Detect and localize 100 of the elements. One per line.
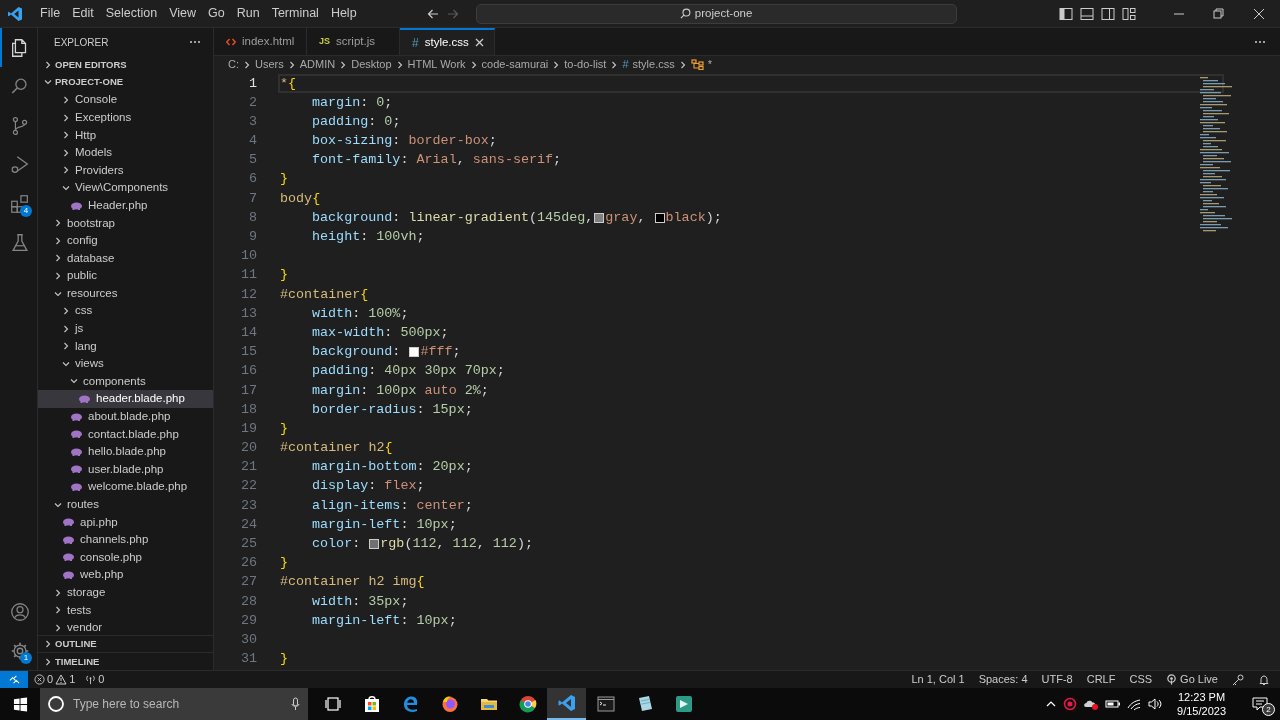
sidebar-toggle-icon[interactable] bbox=[1059, 6, 1073, 21]
more-actions-icon[interactable] bbox=[1254, 39, 1266, 44]
tree-item[interactable]: View\Components bbox=[38, 179, 213, 197]
wifi-icon[interactable] bbox=[1127, 697, 1142, 711]
editor-tab[interactable]: # style.css bbox=[400, 28, 495, 55]
breadcrumb-item[interactable]: Desktop bbox=[351, 56, 392, 73]
key-icon[interactable] bbox=[1232, 673, 1244, 686]
elephant-file-icon bbox=[70, 482, 83, 493]
status-item[interactable]: CSS bbox=[1129, 671, 1153, 688]
tree-item[interactable]: contact.blade.php bbox=[38, 425, 213, 444]
tree-item[interactable]: Http bbox=[38, 126, 213, 144]
tree-item[interactable]: components bbox=[38, 372, 213, 391]
menu-item[interactable]: Help bbox=[324, 4, 363, 23]
tree-item[interactable]: header.blade.php bbox=[38, 390, 213, 408]
tree-item[interactable]: public bbox=[38, 267, 213, 285]
tree-item[interactable]: console.php bbox=[38, 548, 213, 567]
menu-item[interactable]: File bbox=[34, 4, 67, 23]
breadcrumb-separator-icon[interactable] bbox=[395, 60, 404, 69]
tree-item[interactable]: bootstrap bbox=[38, 214, 213, 232]
menu-item[interactable]: Terminal bbox=[265, 4, 325, 23]
tree-item[interactable]: Providers bbox=[38, 161, 213, 180]
breadcrumb-item[interactable]: Users bbox=[255, 56, 284, 73]
tree-item[interactable]: Console bbox=[38, 91, 213, 109]
clock[interactable]: 12:23 PM 9/15/2023 bbox=[1169, 690, 1234, 718]
editor-tab[interactable]: index.html bbox=[214, 28, 307, 55]
tree-item[interactable]: welcome.blade.php bbox=[38, 478, 213, 496]
breadcrumb-separator-icon[interactable] bbox=[287, 60, 296, 69]
panel-toggle-icon[interactable] bbox=[1080, 6, 1094, 21]
chevron-icon[interactable] bbox=[62, 96, 70, 104]
tree-item[interactable]: css bbox=[38, 302, 213, 320]
breadcrumb-separator-icon[interactable] bbox=[339, 60, 348, 69]
tree-item[interactable]: tests bbox=[38, 601, 213, 619]
elephant-file-icon bbox=[62, 534, 75, 545]
tree-item[interactable]: channels.php bbox=[38, 531, 213, 549]
section-header[interactable]: PROJECT-ONE bbox=[38, 73, 213, 92]
breadcrumb-separator-icon[interactable] bbox=[610, 60, 619, 69]
activity-extensions-button[interactable]: 4 bbox=[0, 184, 37, 223]
breadcrumb-item[interactable]: ADMIN bbox=[299, 56, 336, 73]
breadcrumb-item[interactable]: HTML Work bbox=[407, 56, 466, 73]
tree-item[interactable]: api.php bbox=[38, 513, 213, 532]
tree-item[interactable]: resources bbox=[38, 284, 213, 303]
tree-item[interactable]: config bbox=[38, 231, 213, 250]
line-number: 13 bbox=[239, 304, 257, 323]
elephant-file-icon bbox=[70, 446, 83, 457]
breadcrumb-item[interactable]: to-do-list bbox=[564, 56, 607, 73]
menu-item[interactable]: View bbox=[163, 4, 202, 23]
remote-button[interactable] bbox=[0, 671, 28, 688]
tree-item[interactable]: user.blade.php bbox=[38, 460, 213, 479]
volume-icon[interactable] bbox=[1147, 697, 1164, 711]
status-item[interactable]: Ln 1, Col 1 bbox=[911, 671, 965, 688]
error-icon bbox=[34, 674, 45, 685]
tree-item[interactable]: js bbox=[38, 319, 213, 338]
status-item[interactable]: Spaces: 4 bbox=[978, 671, 1028, 688]
more-actions-icon[interactable] bbox=[189, 40, 201, 44]
menu-item[interactable]: Run bbox=[230, 4, 266, 23]
tree-item[interactable]: hello.blade.php bbox=[38, 443, 213, 461]
battery-icon[interactable] bbox=[1105, 698, 1122, 710]
tree-item[interactable]: web.php bbox=[38, 566, 213, 584]
taskbar-search-field[interactable]: Type here to search bbox=[40, 688, 308, 720]
breadcrumb-separator-icon[interactable] bbox=[552, 60, 561, 69]
close-icon[interactable] bbox=[475, 38, 484, 47]
tree-item[interactable]: storage bbox=[38, 583, 213, 602]
back-arrow-icon[interactable] bbox=[426, 7, 439, 20]
notification-button[interactable]: 2 bbox=[1240, 688, 1280, 720]
activity-manage-button[interactable]: 1 bbox=[0, 631, 37, 670]
tree-item[interactable]: Header.php bbox=[38, 196, 213, 215]
record-icon[interactable] bbox=[1063, 697, 1078, 711]
breadcrumb-item[interactable]: C: bbox=[228, 56, 239, 73]
tree-item[interactable]: Exceptions bbox=[38, 108, 213, 127]
tree-item[interactable]: lang bbox=[38, 337, 213, 356]
breadcrumb-separator-icon[interactable] bbox=[678, 60, 687, 69]
go-live-button[interactable]: Go Live bbox=[1166, 671, 1218, 688]
problems-button[interactable]: 0 1 bbox=[34, 671, 76, 688]
breadcrumb-item[interactable]: code-samurai bbox=[481, 56, 549, 73]
breadcrumb-separator-icon[interactable] bbox=[243, 60, 251, 69]
section-header[interactable]: OPEN EDITORS bbox=[38, 56, 213, 74]
tree-item[interactable]: database bbox=[38, 249, 213, 268]
ports-button[interactable]: 0 bbox=[85, 671, 105, 688]
elephant-file-icon bbox=[62, 570, 75, 580]
command-center-search[interactable]: project-one bbox=[475, 3, 957, 24]
menu-item[interactable]: Go bbox=[202, 4, 231, 23]
taskbar-app-button[interactable] bbox=[547, 688, 586, 720]
breadcrumb-separator-icon[interactable] bbox=[469, 60, 478, 69]
bell-icon[interactable] bbox=[1258, 673, 1270, 686]
tree-item[interactable]: about.blade.php bbox=[38, 407, 213, 426]
status-item[interactable]: UTF-8 bbox=[1041, 671, 1073, 688]
status-item[interactable]: CRLF bbox=[1086, 671, 1116, 688]
tree-item[interactable]: routes bbox=[38, 495, 213, 514]
menu-item[interactable]: Selection bbox=[99, 4, 164, 23]
line-number: 16 bbox=[239, 362, 257, 381]
breadcrumb-item[interactable]: * bbox=[707, 56, 713, 73]
section-header[interactable]: OUTLINE bbox=[38, 634, 213, 653]
tree-item[interactable]: vendor bbox=[38, 619, 213, 637]
chevron-icon[interactable] bbox=[54, 500, 62, 509]
tree-item[interactable]: views bbox=[38, 355, 213, 373]
tree-item[interactable]: Models bbox=[38, 143, 213, 162]
breadcrumb-item[interactable]: style.css bbox=[632, 56, 675, 73]
menu-item[interactable]: Edit bbox=[66, 4, 100, 23]
layout-icon[interactable] bbox=[1122, 6, 1136, 21]
secondary-sidebar-icon[interactable] bbox=[1101, 6, 1115, 21]
